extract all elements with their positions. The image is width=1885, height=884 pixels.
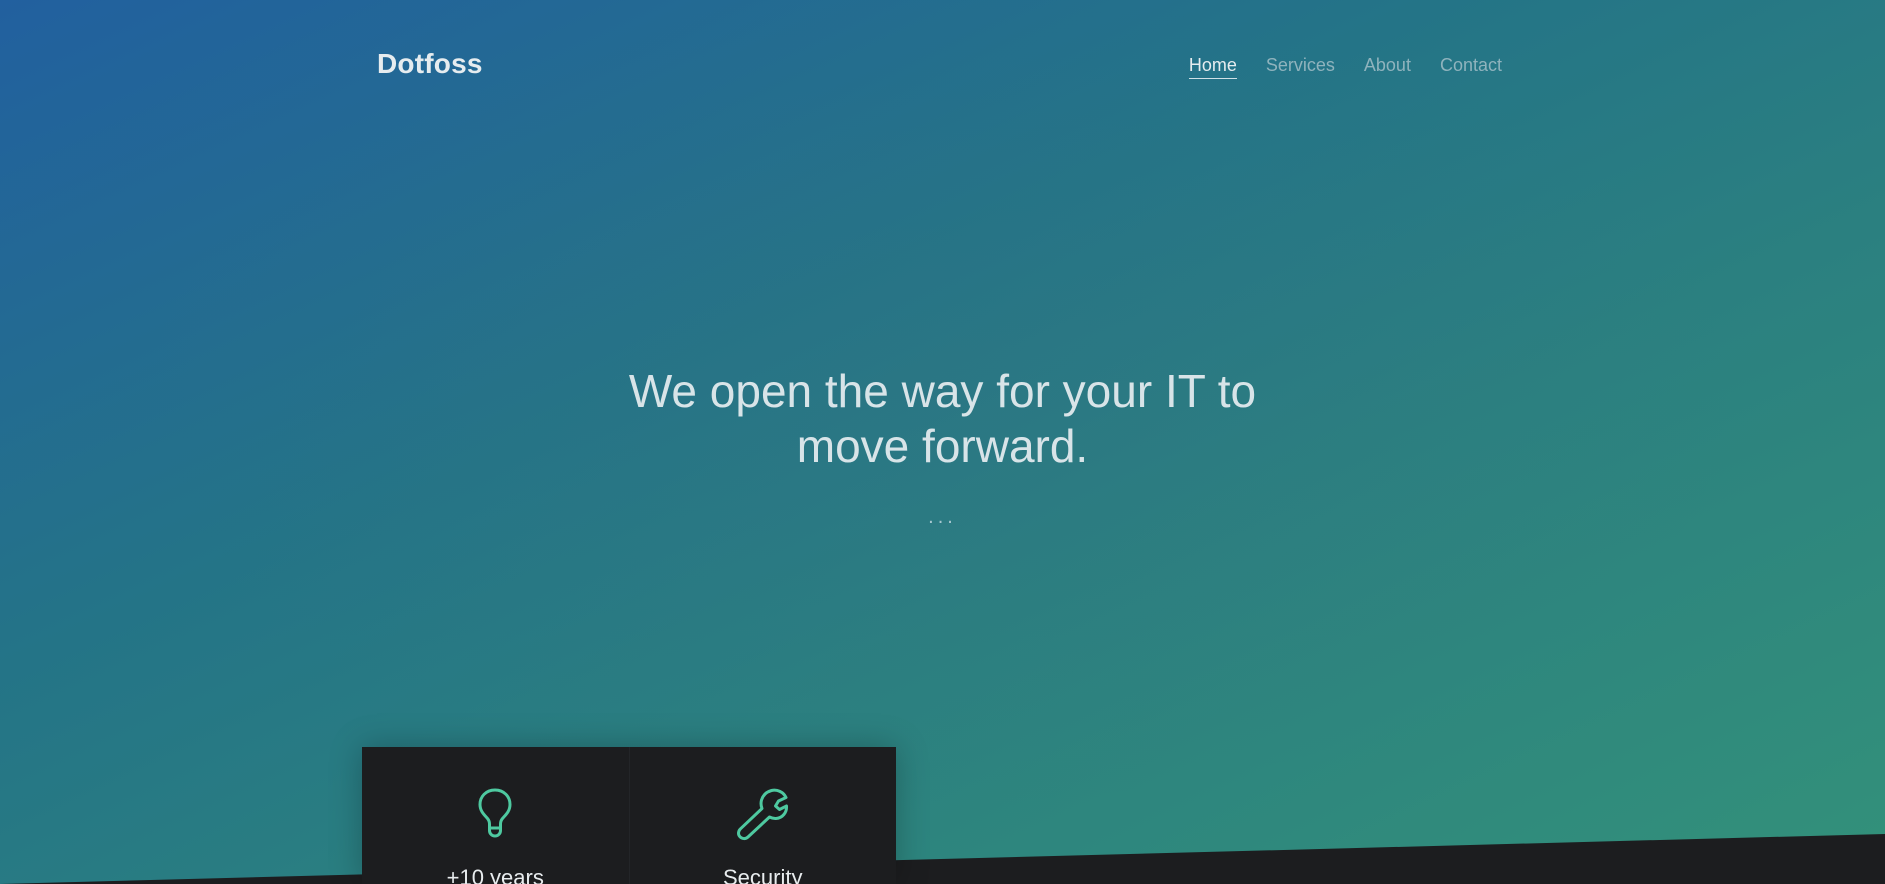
hero-headline-line-1: We open the way for your IT to xyxy=(628,365,1257,417)
hero-headline-line-2: move forward. xyxy=(796,420,1089,472)
site-logo[interactable]: Dotfoss xyxy=(377,48,483,80)
hero-headline: We open the way for your IT to move forw… xyxy=(0,364,1885,474)
hero-dots: ... xyxy=(928,506,957,528)
lightbulb-icon xyxy=(478,788,512,838)
site-header: Dotfoss Home Services About Contact xyxy=(0,0,1885,134)
feature-title: +10 years xyxy=(446,865,544,884)
wrench-icon xyxy=(736,788,788,841)
nav-item-about[interactable]: About xyxy=(1364,55,1411,79)
nav-item-contact[interactable]: Contact xyxy=(1440,55,1502,79)
hero-section: Dotfoss Home Services About Contact We o… xyxy=(0,0,1885,884)
features-panel: +10 years Security xyxy=(362,747,896,884)
feature-card-experience: +10 years xyxy=(362,747,629,884)
feature-card-security: Security xyxy=(628,747,896,884)
nav-item-services[interactable]: Services xyxy=(1266,55,1335,79)
feature-title: Security xyxy=(723,865,803,884)
main-nav: Home Services About Contact xyxy=(1188,55,1502,79)
nav-item-home[interactable]: Home xyxy=(1188,55,1237,79)
